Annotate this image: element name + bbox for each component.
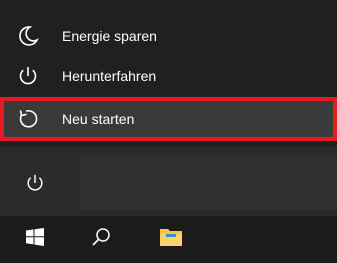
file-explorer-button[interactable] [156, 224, 186, 254]
start-menu-strip [80, 155, 337, 210]
start-menu-panel [0, 147, 337, 216]
menu-item-sleep[interactable]: Energie sparen [0, 16, 337, 56]
power-icon [16, 64, 40, 88]
taskbar [0, 216, 337, 263]
search-button[interactable] [86, 224, 116, 254]
windows-start-icon [26, 227, 44, 251]
menu-item-restart[interactable]: Neu starten [0, 97, 337, 141]
menu-item-label: Energie sparen [62, 28, 157, 44]
power-menu: Energie sparen Herunterfahren Neu starte… [0, 0, 337, 147]
power-icon [25, 173, 45, 198]
menu-item-label: Neu starten [62, 111, 135, 127]
start-button[interactable] [20, 224, 50, 254]
file-explorer-icon [159, 226, 183, 253]
moon-icon [16, 24, 40, 48]
menu-item-label: Herunterfahren [62, 68, 157, 84]
menu-item-shutdown[interactable]: Herunterfahren [0, 56, 337, 96]
power-button[interactable] [24, 174, 46, 196]
search-icon [91, 227, 111, 252]
restart-icon [16, 107, 40, 131]
